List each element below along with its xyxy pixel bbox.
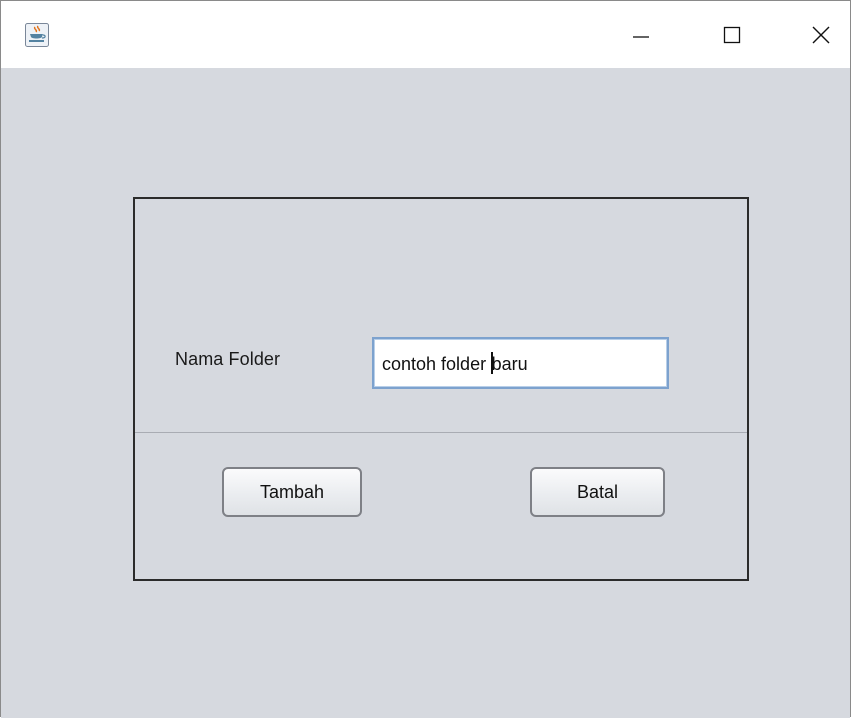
new-folder-panel: Nama Folder contoh folder baru Tambah Ba… <box>133 197 749 581</box>
java-app-icon[interactable] <box>25 23 49 47</box>
folder-name-label: Nama Folder <box>175 349 281 369</box>
folder-name-text-after-caret: baru <box>491 354 528 374</box>
minimize-button[interactable] <box>618 13 664 57</box>
add-button[interactable]: Tambah <box>222 467 362 517</box>
minimize-icon <box>633 36 649 38</box>
cancel-button[interactable]: Batal <box>530 467 665 517</box>
app-window: Nama Folder contoh folder baru Tambah Ba… <box>0 0 851 718</box>
client-area: Nama Folder contoh folder baru Tambah Ba… <box>1 68 850 718</box>
separator <box>135 432 747 433</box>
title-bar[interactable] <box>1 1 850 68</box>
maximize-icon <box>723 26 741 44</box>
folder-name-text-before-caret: contoh folder <box>382 354 492 374</box>
close-icon <box>812 26 830 44</box>
close-button[interactable] <box>798 13 844 57</box>
folder-name-input[interactable]: contoh folder baru <box>372 337 669 389</box>
maximize-button[interactable] <box>709 13 755 57</box>
